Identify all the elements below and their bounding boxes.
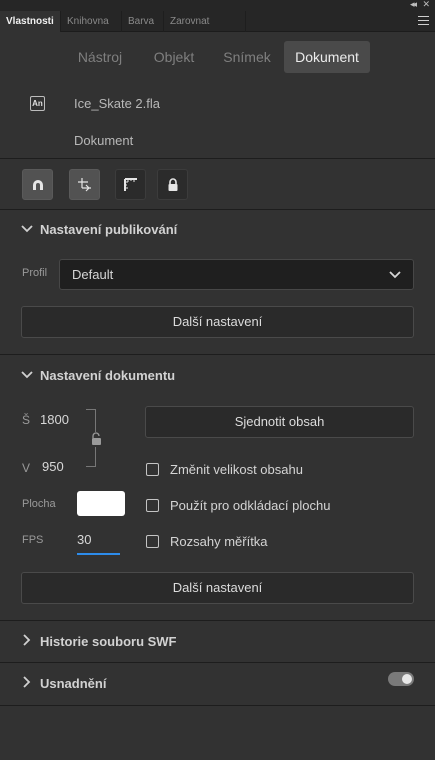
- lock-button[interactable]: [157, 169, 188, 200]
- unlock-icon[interactable]: [91, 432, 102, 446]
- width-label: Š: [22, 413, 31, 427]
- chevron-down-icon: [389, 271, 401, 279]
- chevron-right-icon: [23, 634, 31, 646]
- stage-color-swatch[interactable]: [77, 491, 125, 516]
- document-type-label: Dokument: [74, 133, 134, 148]
- tab-barva[interactable]: Barva: [122, 11, 164, 32]
- profile-select-value: Default: [72, 267, 114, 282]
- chevron-right-icon: [23, 676, 31, 688]
- divider: [0, 662, 435, 663]
- close-icon[interactable]: ✕: [422, 0, 430, 10]
- document-more-settings-button[interactable]: Další nastavení: [21, 572, 414, 604]
- apply-to-pasteboard-label: Použít pro odkládací plochu: [170, 498, 331, 513]
- divider: [0, 158, 435, 159]
- lock-icon: [168, 178, 178, 191]
- panel-tab-bar: Vlastnosti Knihovna Barva Zarovnat: [0, 11, 435, 32]
- publish-more-settings-button[interactable]: Další nastavení: [21, 306, 414, 338]
- stage-label: Plocha: [22, 498, 56, 510]
- tab-knihovna[interactable]: Knihovna: [61, 11, 122, 32]
- hamburger-menu-icon[interactable]: [418, 16, 429, 25]
- divider: [0, 209, 435, 210]
- section-swf-history-header[interactable]: Historie souboru SWF: [20, 634, 177, 652]
- divider: [0, 620, 435, 621]
- tab-vlastnosti[interactable]: Vlastnosti: [0, 11, 61, 32]
- segment-dokument[interactable]: Dokument: [284, 41, 370, 73]
- tab-zarovnat[interactable]: Zarovnat: [164, 11, 246, 32]
- toggle-knob: [402, 674, 412, 684]
- scale-spans-label: Rozsahy měřítka: [170, 534, 268, 549]
- apply-to-pasteboard-checkbox[interactable]: [146, 499, 159, 512]
- accessibility-toggle[interactable]: [388, 672, 414, 686]
- section-publish-title: Nastavení publikování: [40, 222, 178, 237]
- link-bracket-bottom: [86, 447, 96, 467]
- scale-spans-checkbox[interactable]: [146, 535, 159, 548]
- height-input[interactable]: 950: [42, 459, 64, 474]
- section-publish-header[interactable]: Nastavení publikování: [20, 222, 177, 240]
- chevron-down-icon: [21, 225, 33, 233]
- section-document-title: Nastavení dokumentu: [40, 368, 176, 383]
- chevron-down-icon: [21, 371, 33, 379]
- snap-magnet-button[interactable]: [22, 169, 53, 200]
- profile-label: Profil: [22, 267, 48, 279]
- section-accessibility-title: Usnadnění: [40, 676, 107, 691]
- panel-title-strip: ◂◂ ✕: [0, 0, 435, 11]
- ruler-icon: [124, 178, 137, 191]
- segment-nastroj[interactable]: Nástroj: [64, 41, 136, 73]
- scale-content-checkbox[interactable]: [146, 463, 159, 476]
- section-accessibility-header[interactable]: Usnadnění: [20, 676, 106, 694]
- section-swf-history-title: Historie souboru SWF: [40, 634, 177, 649]
- match-contents-button[interactable]: Sjednotit obsah: [145, 406, 414, 438]
- animate-file-icon: An: [30, 96, 45, 111]
- height-label: V: [22, 461, 31, 475]
- magnet-icon: [33, 180, 43, 190]
- document-filename: Ice_Skate 2.fla: [74, 96, 160, 111]
- divider: [0, 705, 435, 706]
- double-chevron-right-icon[interactable]: ◂◂: [410, 0, 417, 10]
- fps-input[interactable]: 30: [77, 532, 91, 547]
- link-bracket-top: [86, 409, 96, 432]
- rulers-button[interactable]: [115, 169, 146, 200]
- width-input[interactable]: 1800: [40, 412, 69, 427]
- scale-content-label: Změnit velikost obsahu: [170, 462, 303, 477]
- fps-label: FPS: [22, 534, 44, 546]
- segment-snimek[interactable]: Snímek: [212, 41, 282, 73]
- snap-origin-button[interactable]: [69, 169, 100, 200]
- profile-select[interactable]: Default: [59, 259, 414, 290]
- section-document-header[interactable]: Nastavení dokumentu: [20, 368, 175, 386]
- fps-input-underline: [77, 553, 120, 555]
- snap-origin-icon: [78, 178, 91, 192]
- divider: [0, 354, 435, 355]
- segment-objekt[interactable]: Objekt: [140, 41, 208, 73]
